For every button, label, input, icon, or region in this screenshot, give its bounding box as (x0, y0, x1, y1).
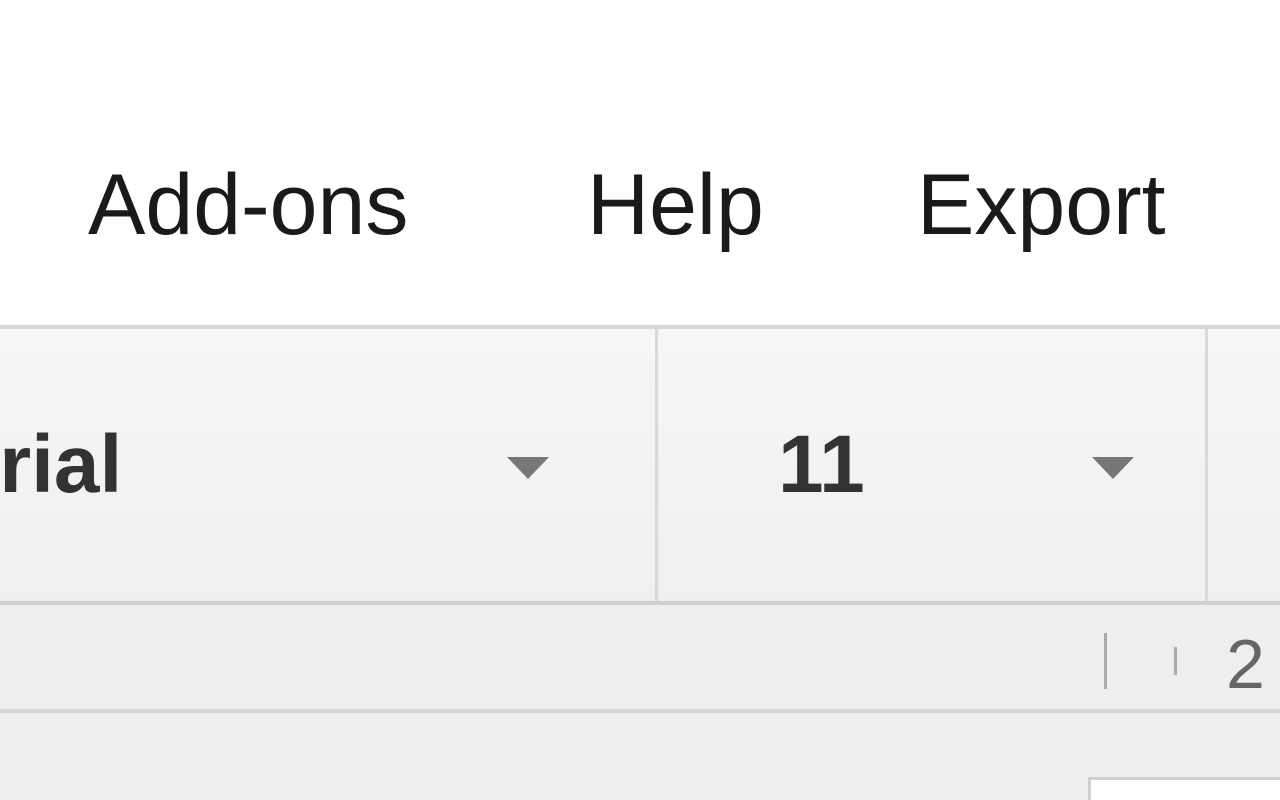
font-family-dropdown[interactable]: Arial (0, 329, 658, 601)
docs-editor-window: Add-ons Help Export Arial 11 2 (0, 0, 1280, 800)
formatting-toolbar: Arial 11 (0, 325, 1280, 605)
chevron-down-icon (507, 457, 549, 479)
ruler-number: 2 (1226, 625, 1265, 703)
font-family-value: Arial (0, 419, 123, 510)
menu-add-ons[interactable]: Add-ons (88, 150, 408, 260)
menu-bar: Add-ons Help Export (0, 0, 1280, 325)
menu-export[interactable]: Export (917, 150, 1166, 260)
ruler-tick-minor (1174, 647, 1177, 675)
document-canvas (0, 713, 1280, 800)
chevron-down-icon (1092, 457, 1134, 479)
font-size-dropdown[interactable]: 11 (658, 329, 1208, 601)
menu-help[interactable]: Help (587, 150, 764, 260)
font-size-value: 11 (778, 419, 865, 510)
ruler-tick-major (1104, 633, 1107, 689)
horizontal-ruler[interactable]: 2 (0, 605, 1280, 713)
document-page[interactable] (1088, 777, 1280, 800)
